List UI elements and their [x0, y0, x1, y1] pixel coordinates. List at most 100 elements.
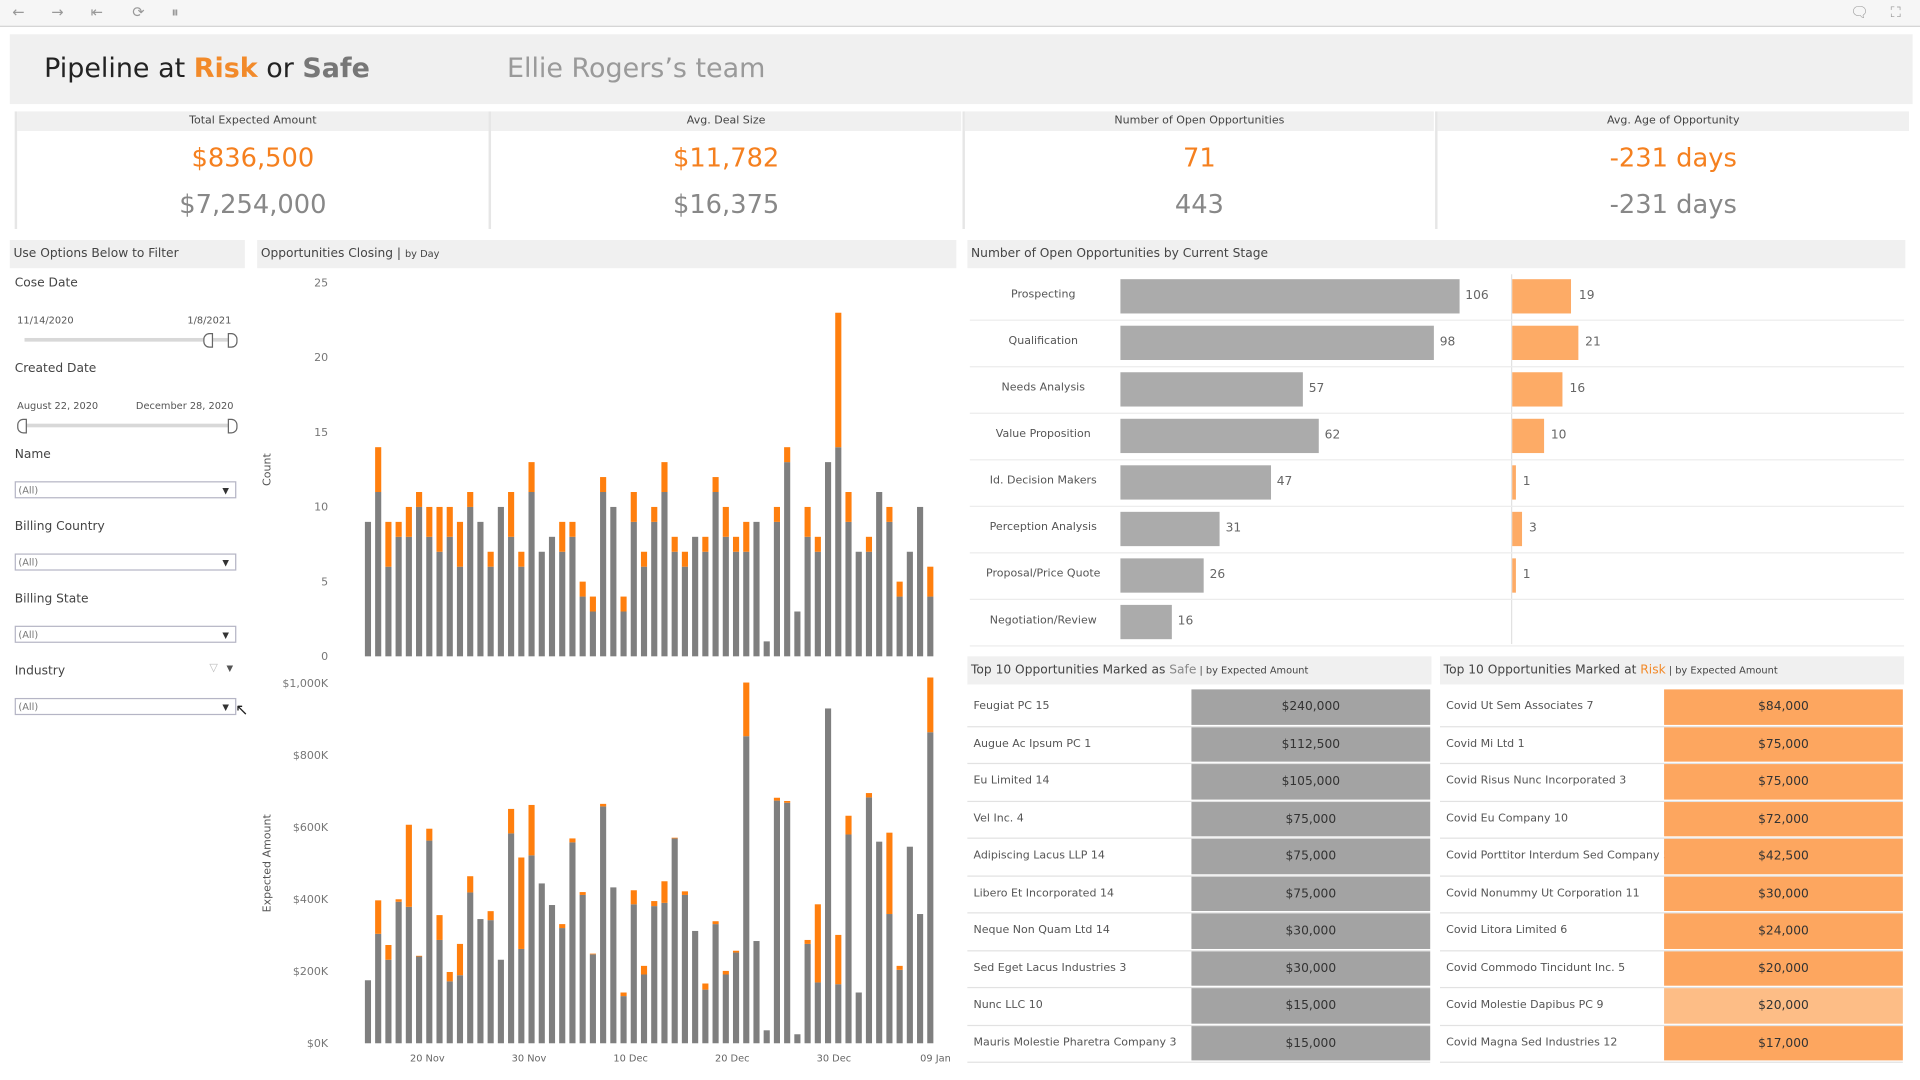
- safe-bar[interactable]: [865, 797, 873, 1044]
- safe-bar[interactable]: [436, 551, 443, 657]
- risk-bar[interactable]: [559, 924, 566, 929]
- risk-bar[interactable]: [702, 983, 709, 990]
- risk-bar[interactable]: [620, 992, 627, 997]
- stage-safe-bar[interactable]: [1120, 279, 1460, 314]
- safe-bar[interactable]: [681, 894, 688, 1044]
- risk-bar[interactable]: [814, 904, 821, 983]
- safe-bar[interactable]: [559, 928, 566, 1044]
- risk-bar[interactable]: [589, 953, 596, 955]
- safe-bar[interactable]: [743, 736, 750, 1044]
- risk-bar[interactable]: [712, 477, 719, 493]
- safe-bar[interactable]: [876, 841, 883, 1044]
- safe-bar[interactable]: [825, 708, 832, 1044]
- risk-bar[interactable]: [416, 492, 423, 507]
- risk-bar[interactable]: [456, 521, 464, 567]
- risk-bar[interactable]: [640, 965, 648, 975]
- table-row[interactable]: Libero Et Incorporated 14 $75,000: [967, 876, 1431, 914]
- safe-bar[interactable]: [446, 981, 453, 1044]
- safe-bar[interactable]: [927, 732, 934, 1044]
- safe-bar[interactable]: [589, 611, 596, 657]
- safe-bar[interactable]: [610, 887, 617, 1044]
- safe-bar[interactable]: [456, 975, 464, 1044]
- safe-bar[interactable]: [375, 492, 382, 657]
- safe-bar[interactable]: [794, 1034, 801, 1044]
- stage-safe-bar[interactable]: [1120, 372, 1303, 407]
- safe-bar[interactable]: [712, 492, 719, 657]
- risk-bar[interactable]: [804, 939, 811, 944]
- safe-bar[interactable]: [385, 566, 392, 657]
- risk-bar[interactable]: [446, 971, 453, 982]
- risk-bar[interactable]: [385, 521, 392, 567]
- close-date-start-handle[interactable]: [203, 333, 214, 348]
- risk-bar[interactable]: [385, 944, 392, 960]
- safe-bar[interactable]: [477, 521, 484, 657]
- risk-bar[interactable]: [732, 950, 740, 953]
- safe-bar[interactable]: [661, 492, 668, 657]
- pause-icon[interactable]: ⏸: [171, 4, 178, 22]
- back-icon[interactable]: ←: [12, 4, 24, 21]
- safe-bar[interactable]: [405, 536, 412, 657]
- safe-bar[interactable]: [467, 506, 474, 657]
- safe-bar[interactable]: [467, 892, 474, 1044]
- risk-bar[interactable]: [426, 828, 433, 841]
- safe-bar[interactable]: [620, 611, 627, 657]
- safe-bar[interactable]: [763, 641, 770, 657]
- stage-risk-bar[interactable]: [1512, 511, 1522, 547]
- risk-bar[interactable]: [375, 900, 382, 934]
- safe-bar[interactable]: [784, 462, 791, 657]
- risk-bar[interactable]: [487, 551, 494, 567]
- table-row[interactable]: Covid Mi Ltd 1 $75,000: [1440, 726, 1903, 765]
- risk-bar[interactable]: [671, 837, 678, 839]
- risk-bar[interactable]: [773, 506, 781, 522]
- risk-bar[interactable]: [865, 793, 873, 798]
- risk-bar[interactable]: [671, 536, 678, 552]
- safe-bar[interactable]: [671, 838, 678, 1044]
- risk-bar[interactable]: [640, 551, 648, 567]
- safe-bar[interactable]: [804, 536, 811, 657]
- safe-bar[interactable]: [732, 551, 740, 657]
- risk-bar[interactable]: [886, 832, 893, 915]
- safe-bar[interactable]: [763, 1030, 770, 1044]
- safe-bar[interactable]: [630, 521, 637, 657]
- safe-bar[interactable]: [610, 506, 617, 657]
- table-row[interactable]: Covid Eu Company 10 $72,000: [1440, 801, 1903, 839]
- comment-icon[interactable]: 🗨: [1850, 4, 1869, 21]
- risk-bar[interactable]: [896, 965, 903, 970]
- safe-bar[interactable]: [518, 566, 525, 657]
- stage-risk-bar[interactable]: [1512, 372, 1563, 407]
- risk-bar[interactable]: [467, 492, 474, 507]
- safe-bar[interactable]: [722, 974, 729, 1044]
- created-date-end-handle[interactable]: [227, 418, 238, 434]
- table-row[interactable]: Covid Molestie Dapibus PC 9 $20,000: [1440, 988, 1903, 1026]
- risk-bar[interactable]: [405, 506, 412, 537]
- risk-bar[interactable]: [559, 521, 566, 552]
- safe-bar[interactable]: [886, 914, 893, 1044]
- safe-bar[interactable]: [917, 506, 924, 657]
- risk-bar[interactable]: [886, 506, 893, 522]
- safe-bar[interactable]: [845, 834, 852, 1044]
- risk-bar[interactable]: [436, 506, 443, 552]
- risk-bar[interactable]: [743, 521, 750, 552]
- risk-bar[interactable]: [784, 800, 791, 803]
- safe-bar[interactable]: [732, 952, 740, 1044]
- safe-bar[interactable]: [538, 551, 545, 657]
- industry-dropdown[interactable]: (All) ▼: [14, 697, 237, 716]
- close-date-slider[interactable]: [24, 337, 233, 342]
- stage-risk-bar[interactable]: [1512, 418, 1544, 454]
- stage-risk-bar[interactable]: [1512, 325, 1578, 361]
- safe-bar[interactable]: [620, 996, 627, 1044]
- table-row[interactable]: Feugiat PC 15 $240,000: [967, 689, 1431, 727]
- risk-bar[interactable]: [927, 677, 934, 733]
- safe-bar[interactable]: [845, 521, 852, 657]
- risk-bar[interactable]: [865, 536, 873, 552]
- safe-bar[interactable]: [364, 980, 372, 1044]
- safe-bar[interactable]: [600, 806, 607, 1044]
- risk-bar[interactable]: [579, 581, 586, 597]
- safe-bar[interactable]: [600, 492, 607, 657]
- risk-bar[interactable]: [630, 890, 637, 905]
- table-row[interactable]: Covid Nonummy Ut Corporation 11 $30,000: [1440, 876, 1903, 914]
- safe-bar[interactable]: [702, 989, 709, 1044]
- safe-bar[interactable]: [508, 833, 515, 1044]
- risk-bar[interactable]: [722, 970, 729, 975]
- forward-icon[interactable]: →: [51, 4, 63, 21]
